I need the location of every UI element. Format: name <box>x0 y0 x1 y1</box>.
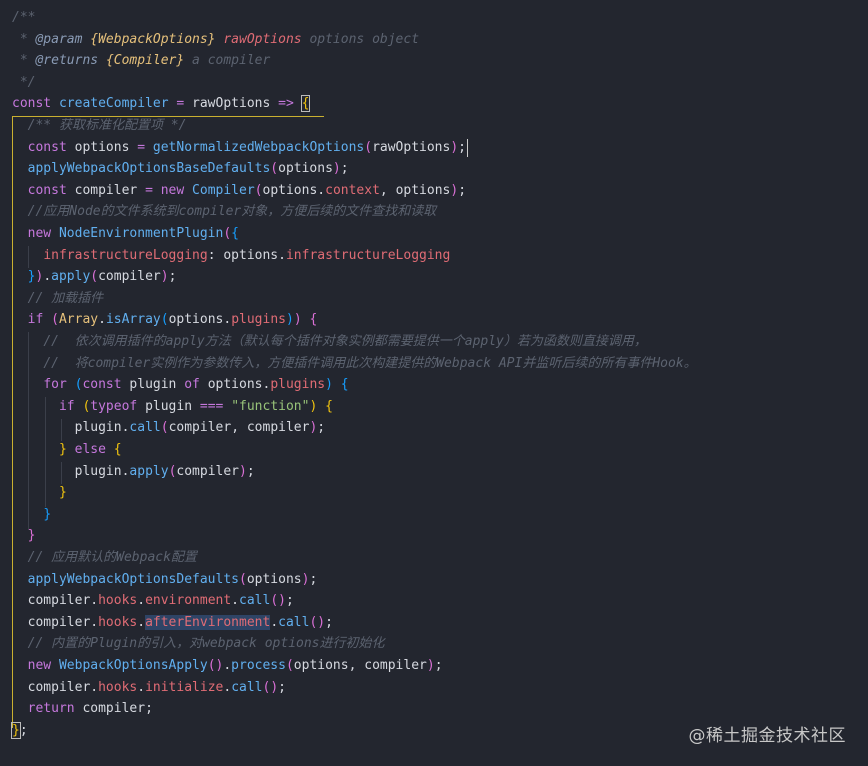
code-line: // 内置的Plugin的引入，对webpack options进行初始化 <box>27 636 385 652</box>
code-editor[interactable]: /** * @param {WebpackOptions} rawOptions… <box>0 0 868 766</box>
code-line: const createCompiler = rawOptions => { <box>12 95 311 113</box>
code-line: applyWebpackOptionsDefaults(options); <box>27 571 318 587</box>
code-line: const compiler = new Compiler(options.co… <box>27 182 467 198</box>
code-line: } <box>27 528 36 544</box>
text-cursor <box>467 138 468 157</box>
code-line: // 依次调用插件的apply方法（默认每个插件对象实例都需要提供一个apply… <box>43 334 647 349</box>
code-line: return compiler; <box>27 701 153 717</box>
code-line: }; <box>11 721 28 739</box>
watermark-text: @稀土掘金技术社区 <box>688 726 846 746</box>
code-line: // 将compiler实例作为参数传入，方便插件调用此次构建提供的Webpac… <box>43 355 697 371</box>
code-line: } <box>58 485 67 501</box>
code-line: /** 获取标准化配置项 */ <box>27 118 187 133</box>
code-line: new NodeEnvironmentPlugin({ <box>27 226 239 241</box>
code-line: }).apply(compiler); <box>27 269 177 285</box>
code-line: if (typeof plugin === "function") { <box>58 398 333 414</box>
code-line: /** <box>12 10 36 25</box>
code-line: compiler.hooks.afterEnvironment.call(); <box>27 614 333 630</box>
code-line: } <box>43 506 52 522</box>
code-line: } else { <box>58 442 122 457</box>
code-line: plugin.apply(compiler); <box>74 463 255 479</box>
code-line: compiler.hooks.initialize.call(); <box>27 679 286 695</box>
code-line: * @param {WebpackOptions} rawOptions opt… <box>19 31 420 47</box>
code-line: * @returns {Compiler} a compiler <box>19 53 271 69</box>
code-line: */ <box>19 74 36 90</box>
code-line: compiler.hooks.environment.call(); <box>27 593 294 609</box>
code-line: applyWebpackOptionsBaseDefaults(options)… <box>27 161 349 177</box>
code-line: if (Array.isArray(options.plugins)) { <box>27 312 318 328</box>
code-line: new WebpackOptionsApply().process(option… <box>27 658 443 673</box>
code-line: for (const plugin of options.plugins) { <box>43 377 349 393</box>
code-line: // 应用默认的Webpack配置 <box>27 550 197 565</box>
code-line: infrastructureLogging: options.infrastru… <box>43 247 451 263</box>
code-line: // 加载插件 <box>27 290 104 306</box>
code-line: const options = getNormalizedWebpackOpti… <box>27 139 466 155</box>
code-line: //应用Node的文件系统到compiler对象，方便后续的文件查找和读取 <box>27 204 437 220</box>
code-line: plugin.call(compiler, compiler); <box>74 420 326 436</box>
